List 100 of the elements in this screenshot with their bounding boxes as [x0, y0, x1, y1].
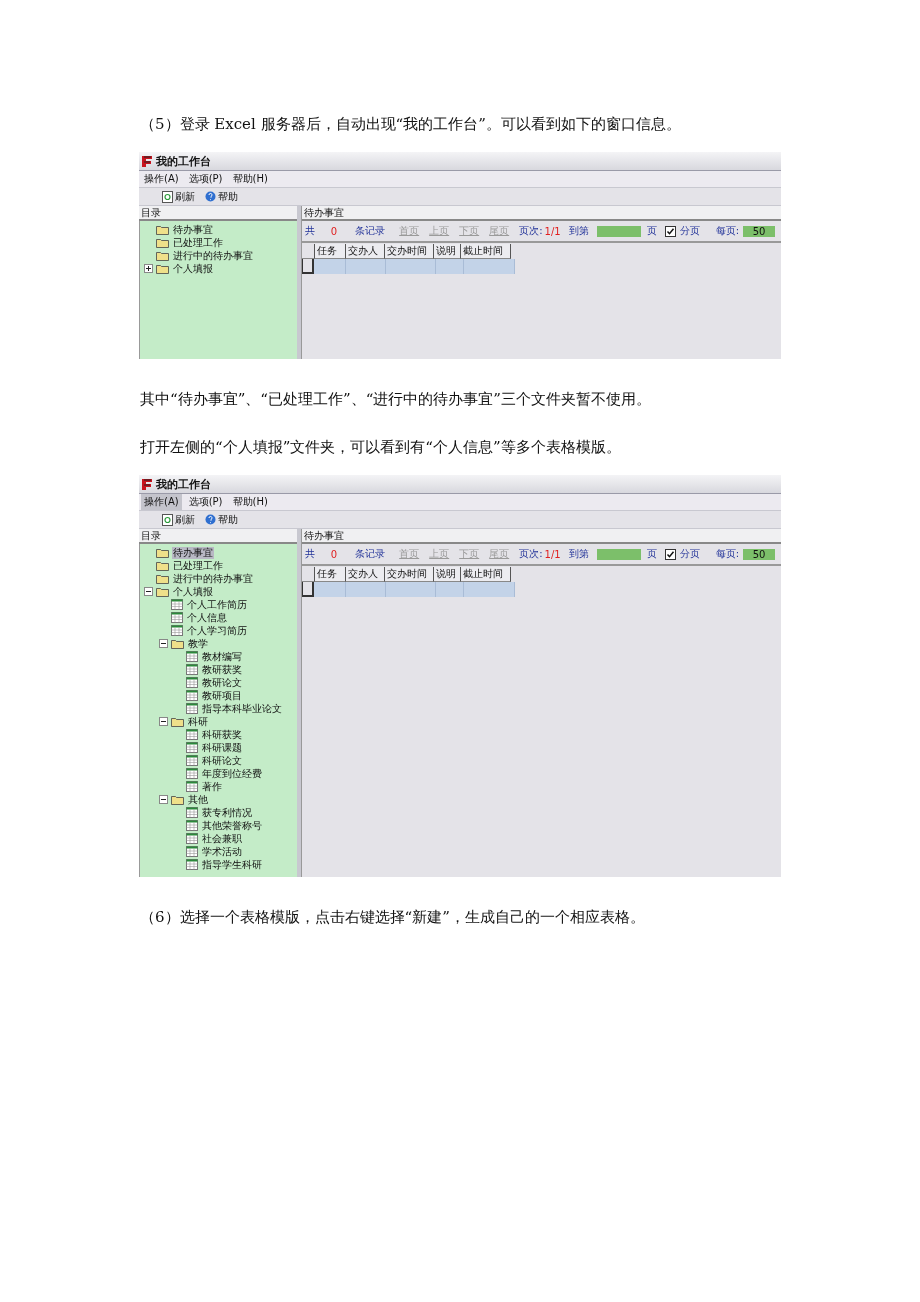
column-header[interactable]: 交办时间 [384, 244, 434, 259]
tree-item[interactable]: 个人工作简历 [186, 598, 248, 611]
table-icon [186, 846, 198, 857]
folder-icon [156, 573, 169, 584]
pager-text: 到第 [568, 547, 589, 561]
panel-header: 待办事宜 [301, 529, 781, 544]
tree-item[interactable]: 著作 [201, 780, 223, 793]
pager-text: 页 [646, 224, 657, 238]
column-header[interactable]: 交办人 [345, 567, 385, 582]
per-page-input[interactable]: 50 [743, 225, 775, 237]
column-header[interactable]: 交办时间 [384, 567, 434, 582]
menu-item[interactable]: 帮助(H) [229, 494, 271, 510]
record-count: 0 [330, 548, 338, 560]
tree-item[interactable]: 个人学习简历 [186, 624, 248, 637]
tree-item[interactable]: 教研项目 [201, 689, 243, 702]
menu-item[interactable]: 操作(A) [141, 494, 182, 510]
collapse-icon[interactable] [144, 587, 153, 596]
menu-item[interactable]: 帮助(H) [229, 171, 271, 187]
paging-checkbox[interactable] [664, 225, 676, 237]
pager-text: 每页: [715, 547, 739, 561]
check-icon [665, 549, 675, 559]
table-icon [186, 729, 198, 740]
toolbar-button[interactable]: 帮助 [202, 189, 241, 204]
collapse-icon[interactable] [159, 639, 168, 648]
tree-item[interactable]: 教学 [187, 637, 209, 650]
paragraph: （6）选择一个表格模版，点击右键选择“新建”，生成自己的一个相应表格。 [140, 907, 646, 928]
tree-item[interactable]: 进行中的待办事宜 [172, 249, 254, 262]
table-icon [186, 690, 198, 701]
tree-item[interactable]: 个人信息 [186, 611, 228, 624]
tree-item[interactable]: 待办事宜 [172, 223, 214, 236]
column-header[interactable]: 说明 [433, 244, 461, 259]
pager-text: 到第 [568, 224, 589, 238]
tree-item[interactable]: 待办事宜 [172, 546, 214, 559]
paragraph: 打开左侧的“个人填报”文件夹，可以看到有“个人信息”等多个表格模版。 [140, 437, 622, 458]
column-header[interactable]: 任务 [314, 244, 346, 259]
tree-item[interactable]: 科研课题 [201, 741, 243, 754]
folder-icon [156, 250, 169, 261]
per-page-input[interactable]: 50 [743, 548, 775, 560]
window-title: 我的工作台 [156, 476, 211, 492]
toolbar-button[interactable]: 刷新 [159, 189, 198, 204]
help-icon [205, 191, 216, 202]
expand-icon[interactable] [144, 264, 153, 273]
paragraph: （5）登录 Excel 服务器后，自动出现“我的工作台”。可以看到如下的窗口信息。 [140, 114, 682, 135]
column-header[interactable]: 交办人 [345, 244, 385, 259]
tree-item[interactable]: 指导本科毕业论文 [201, 702, 283, 715]
tree-item[interactable]: 教研获奖 [201, 663, 243, 676]
table-cell [463, 582, 515, 597]
menu-item[interactable]: 选项(P) [185, 494, 226, 510]
tree-item[interactable]: 教研论文 [201, 676, 243, 689]
paging-checkbox[interactable] [664, 548, 676, 560]
table-icon [186, 820, 198, 831]
menu-item[interactable]: 操作(A) [141, 171, 182, 187]
tree-item[interactable]: 获专利情况 [201, 806, 253, 819]
record-count: 0 [330, 225, 338, 237]
collapse-icon[interactable] [159, 717, 168, 726]
table-icon [186, 703, 198, 714]
tree-item[interactable]: 科研论文 [201, 754, 243, 767]
tree-item[interactable]: 科研 [187, 715, 209, 728]
page-input[interactable] [596, 548, 641, 560]
tree-item[interactable]: 其他 [187, 793, 209, 806]
table-cell [313, 582, 346, 597]
tree-item[interactable]: 指导学生科研 [201, 858, 263, 871]
tree-item[interactable]: 进行中的待办事宜 [172, 572, 254, 585]
folder-icon [171, 638, 184, 649]
pager-text: 每页: [715, 224, 739, 238]
column-header[interactable]: 截止时间 [460, 244, 511, 259]
pager-text: 条记录 [355, 547, 386, 561]
table-icon [186, 768, 198, 779]
panel-header: 目录 [139, 206, 297, 221]
table-icon [171, 599, 183, 610]
tree-item[interactable]: 学术活动 [201, 845, 243, 858]
column-header[interactable]: 任务 [314, 567, 346, 582]
folder-icon [156, 586, 169, 597]
table-cell [385, 582, 436, 597]
tree-item[interactable]: 已处理工作 [172, 236, 224, 249]
tree-item[interactable]: 其他荣誉称号 [201, 819, 263, 832]
column-header[interactable]: 截止时间 [460, 567, 511, 582]
tree-item[interactable]: 个人填报 [172, 585, 214, 598]
refresh-icon [162, 513, 173, 526]
menu-item[interactable]: 选项(P) [185, 171, 226, 187]
tree-item[interactable]: 科研获奖 [201, 728, 243, 741]
toolbar-button[interactable]: 帮助 [202, 512, 241, 527]
pager-text: 共 [304, 224, 315, 238]
folder-icon [171, 794, 184, 805]
tree-item[interactable]: 已处理工作 [172, 559, 224, 572]
pager-text: 页 [646, 547, 657, 561]
tree-item[interactable]: 教材编写 [201, 650, 243, 663]
page-input[interactable] [596, 225, 641, 237]
column-header[interactable]: 说明 [433, 567, 461, 582]
collapse-icon[interactable] [159, 795, 168, 804]
table-icon [186, 664, 198, 675]
page-number: 1/1 [544, 225, 561, 237]
tree-item[interactable]: 个人填报 [172, 262, 214, 275]
toolbar-button[interactable]: 刷新 [159, 512, 198, 527]
table-icon [186, 859, 198, 870]
tree-item[interactable]: 年度到位经费 [201, 767, 263, 780]
table-cell [435, 259, 464, 274]
folder-icon [156, 263, 169, 274]
table-icon [186, 807, 198, 818]
tree-item[interactable]: 社会兼职 [201, 832, 243, 845]
